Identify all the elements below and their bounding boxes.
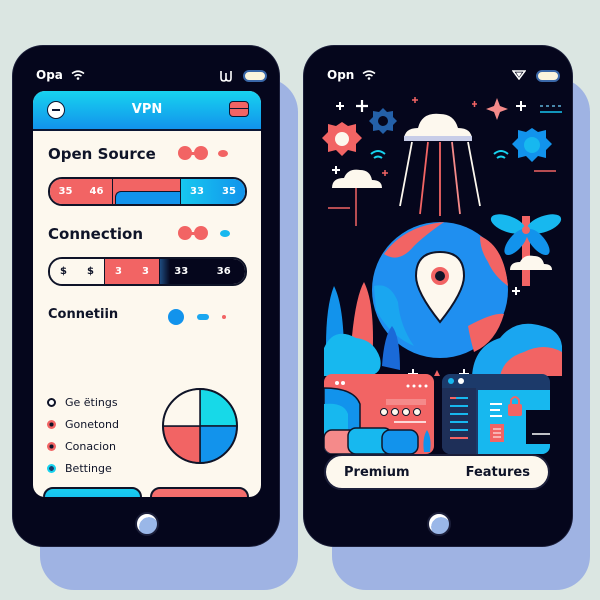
legend-dot (47, 397, 56, 407)
features-label: Features (465, 464, 530, 480)
cloud-icon (404, 113, 472, 141)
legend: Ge ëtings Gonetond Conacion Bettinge (47, 391, 119, 479)
sun-icon (322, 122, 362, 156)
globe-illustration (322, 97, 562, 376)
carrier-label: Opa (36, 68, 63, 82)
legend-label: Conacion (65, 439, 116, 453)
legend-label: Bettinge (65, 461, 112, 475)
connection-bar: $ $ 3 3 33 36 (48, 257, 247, 286)
legend-item[interactable]: Gonetond (47, 413, 119, 435)
bar-segment: 33 35 (181, 179, 245, 204)
legend-dot (47, 441, 56, 451)
legend-item[interactable]: Ge ëtings (47, 391, 119, 413)
cloud-icon (510, 255, 552, 270)
wifi-icon (370, 150, 386, 159)
bar-value: 46 (89, 186, 104, 197)
phone-left: Opa VPN Open Source 35 46 33 35 Connecti… (13, 46, 279, 546)
app-title: VPN (131, 102, 163, 117)
bar-segment (113, 179, 181, 204)
section-title-connection: Connection (48, 225, 144, 243)
bar-value: 3 (115, 266, 122, 277)
phone-right: Opn Premium Features (304, 46, 572, 546)
sparkle-icon (486, 98, 508, 120)
menu-icon[interactable] (229, 101, 249, 117)
bar-value: 3 (142, 266, 149, 277)
lock-dashboard-card[interactable] (442, 374, 550, 454)
signal-icon (220, 71, 232, 82)
section-title-connetiin: Connetiin (48, 307, 119, 322)
home-button[interactable] (427, 512, 451, 536)
app-bar: VPN (33, 91, 261, 131)
open-source-bar: 35 46 33 35 (48, 177, 247, 206)
home-button[interactable] (135, 512, 159, 536)
cloud-icon (332, 169, 382, 226)
legend-dot (47, 463, 56, 473)
legend-label: Gonetond (65, 417, 119, 431)
premium-features-banner[interactable]: Premium Features (324, 454, 550, 490)
bar-segment: 35 46 (50, 179, 113, 204)
bar-segment: $ $ (50, 259, 105, 284)
bar-segment: 33 36 (160, 259, 245, 284)
wifi-icon (71, 70, 85, 80)
carrier-label: Opn (327, 68, 355, 82)
wifi-icon (362, 70, 376, 80)
battery-icon (536, 70, 560, 82)
premium-label: Premium (344, 464, 410, 480)
legend-label: Ge ëtings (65, 395, 118, 409)
legend-dot (47, 419, 56, 429)
legend-item[interactable]: Bettinge (47, 457, 119, 479)
battery-icon (243, 70, 267, 82)
cloud-strings (399, 141, 481, 216)
bar-segment: 3 3 (105, 259, 160, 284)
wifi-icon (493, 150, 509, 159)
status-bar: Opa (13, 68, 279, 84)
vpn-screen: VPN Open Source 35 46 33 35 Connection $… (33, 91, 261, 497)
bar-value: 35 (58, 186, 73, 197)
sun-icon (512, 128, 552, 162)
gear-icon (369, 108, 397, 134)
pie-chart (162, 388, 238, 464)
status-bar: Opn (304, 68, 572, 84)
bar-value: 33 (190, 186, 204, 197)
bar-value: 36 (216, 266, 231, 277)
legend-item[interactable]: Conacion (47, 435, 119, 457)
signal-triangle-icon (512, 70, 526, 80)
vpn-map-card[interactable] (324, 374, 434, 454)
bar-value: 35 (222, 186, 236, 197)
bar-value: $ (87, 266, 94, 277)
primary-button[interactable]: Sacte (43, 487, 142, 497)
bar-value: $ (60, 266, 67, 277)
section-title-open-source: Open Source (48, 145, 156, 163)
secondary-button[interactable]: Sepe (150, 487, 249, 497)
bar-value: 33 (174, 266, 189, 277)
